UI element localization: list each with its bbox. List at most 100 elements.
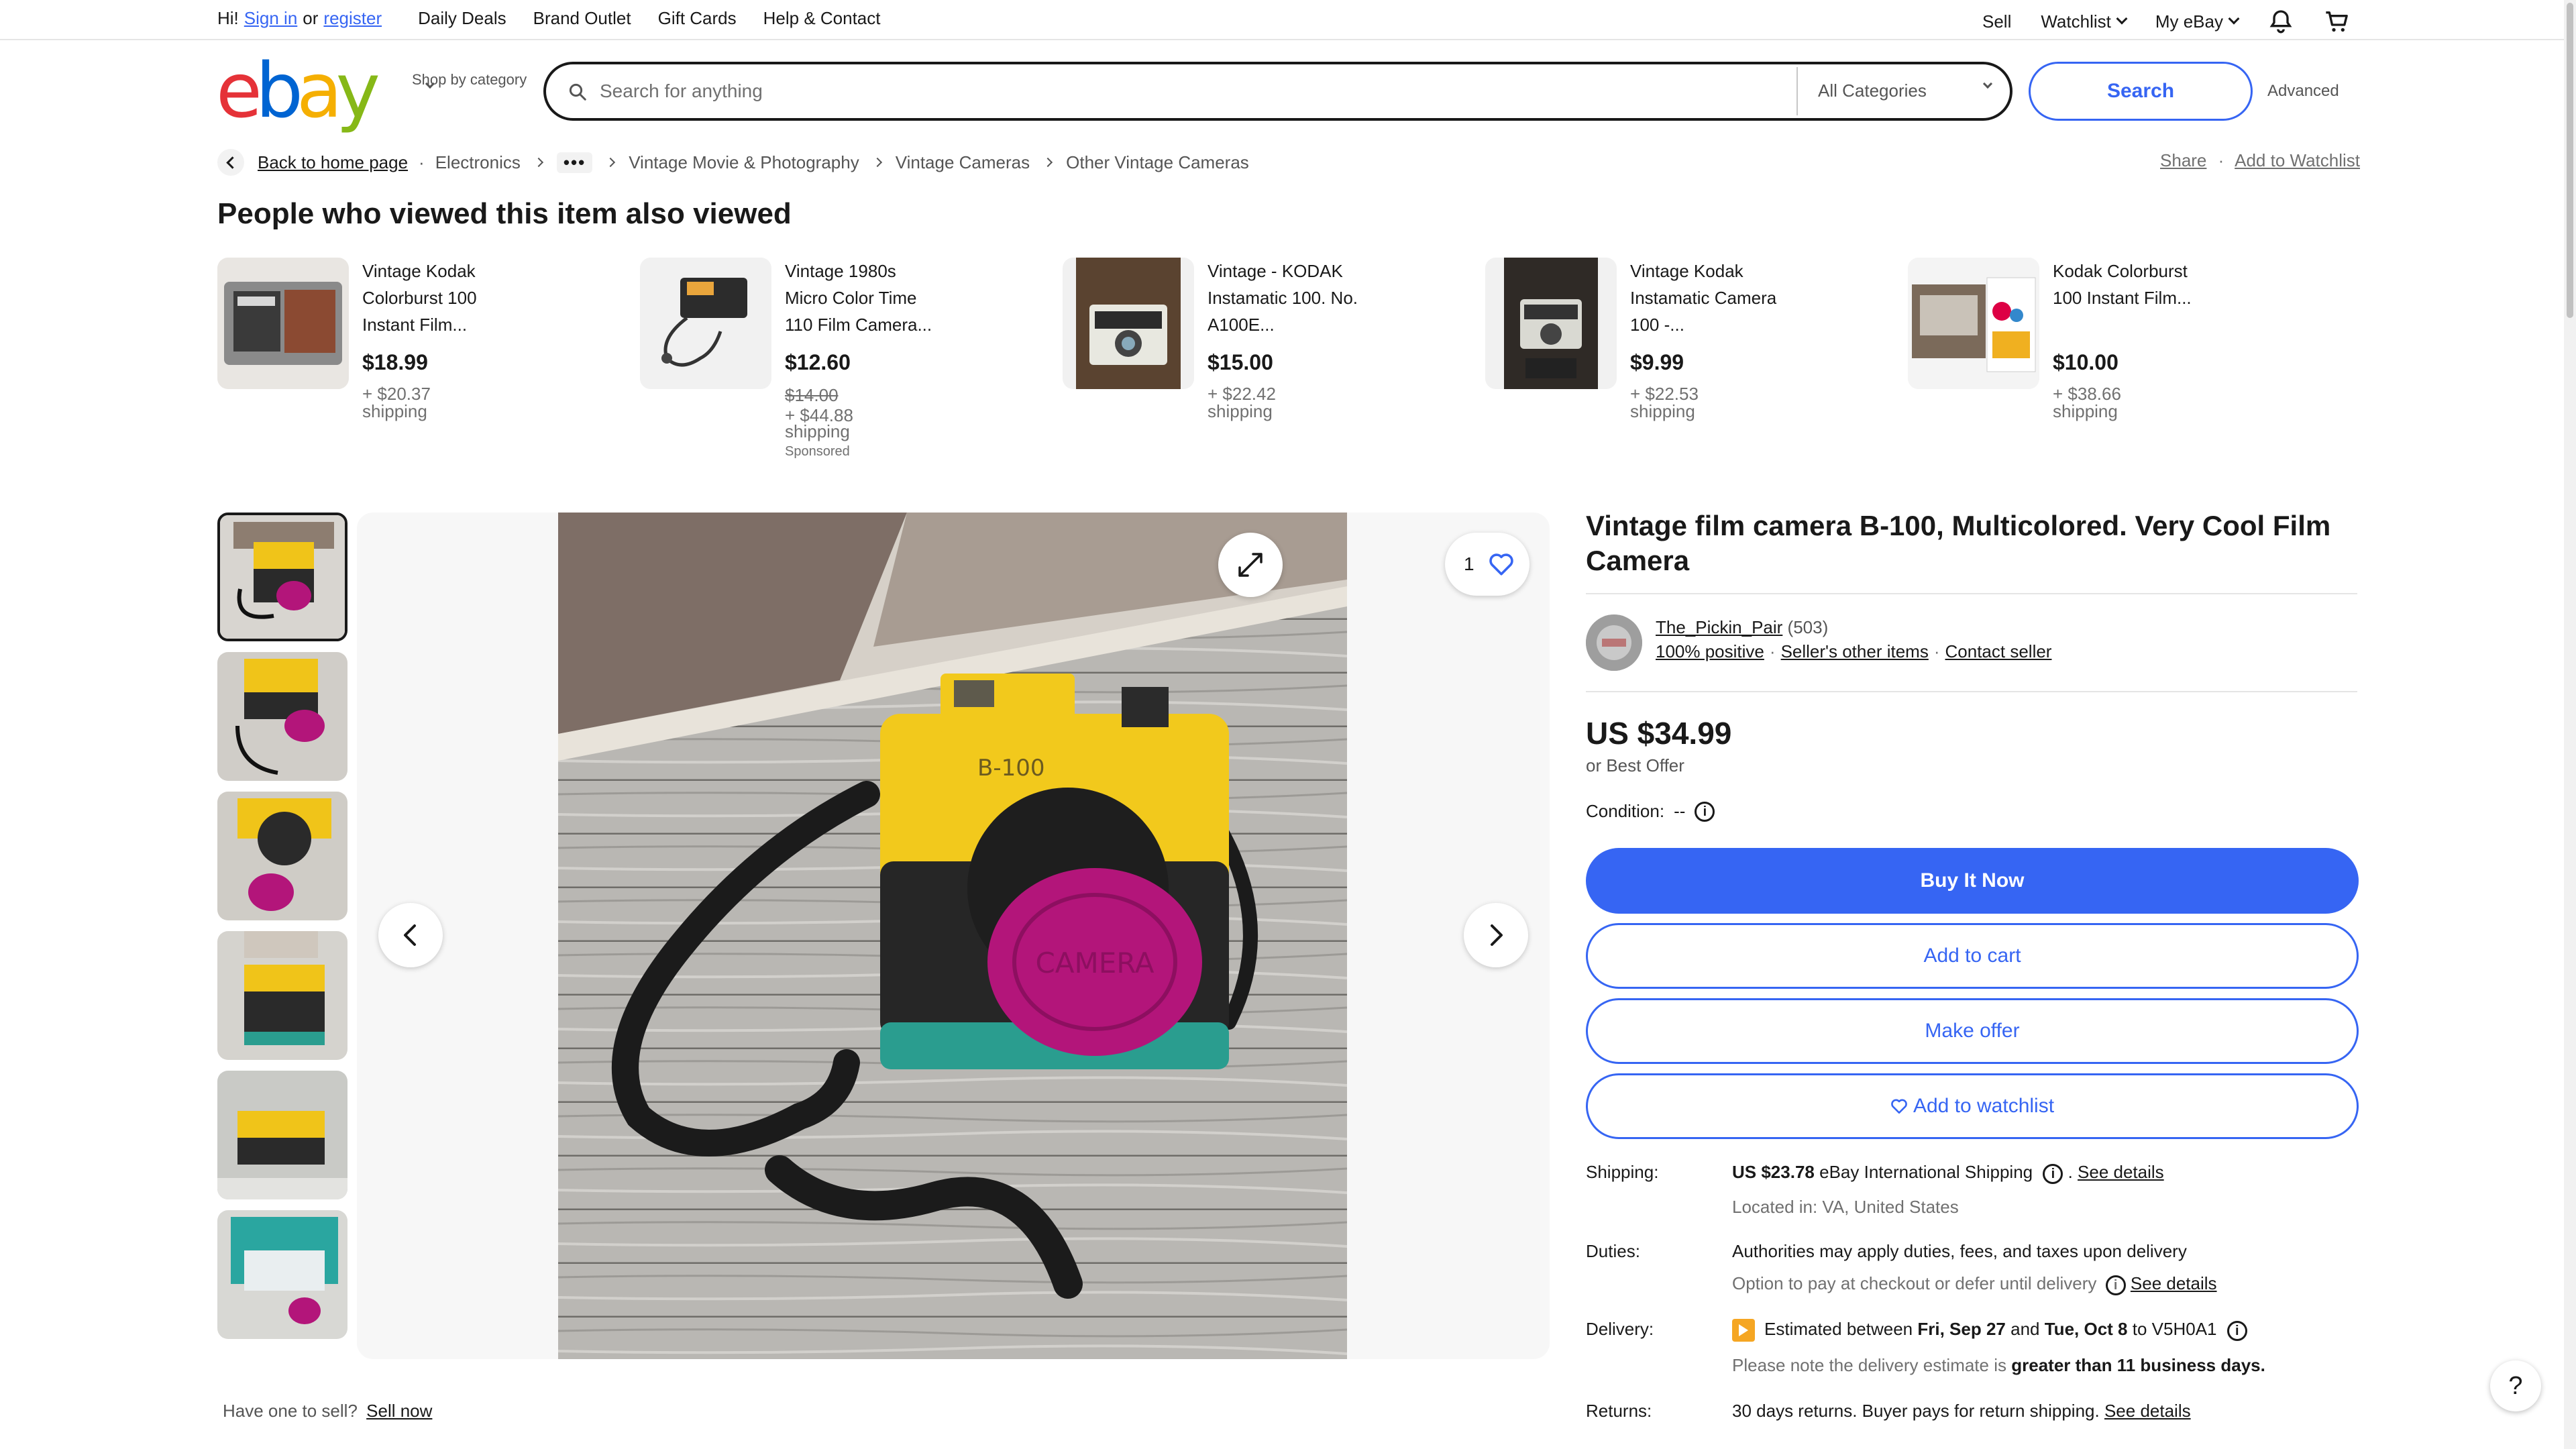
seller-links: 100% positive · Seller's other items · Conta… [1656, 641, 2051, 662]
make-offer-button[interactable]: Make offer [1586, 998, 2359, 1064]
nav-watchlist[interactable]: Watchlist [2041, 11, 2128, 32]
top-navigation: Hi! Sign in or register Daily Deals Bran… [0, 0, 2564, 40]
gallery-thumbnail[interactable] [217, 513, 347, 641]
delivery-pre: Estimated between [1764, 1319, 1913, 1339]
breadcrumb-vintage-cameras[interactable]: Vintage Cameras [896, 152, 1030, 173]
item-shipping-label: shipping [2053, 401, 2118, 421]
seller-avatar[interactable] [1586, 614, 1642, 671]
item-title[interactable]: Vintage - KODAK Instamatic 100. No. A100… [1208, 258, 1362, 338]
item-shipping: + $22.53 [1630, 384, 1699, 404]
also-viewed-item[interactable]: Vintage Kodak Colorburst 100 Instant Fil… [217, 258, 633, 472]
search-input[interactable] [600, 76, 1646, 106]
nav-gift-cards[interactable]: Gift Cards [658, 8, 737, 29]
top-nav-right: Sell Watchlist My eBay [1953, 8, 2351, 35]
bell-icon[interactable] [2267, 8, 2294, 35]
search-button[interactable]: Search [2029, 62, 2253, 121]
item-title[interactable]: Vintage 1980s Micro Color Time 110 Film … [785, 258, 939, 338]
separator-dot: · [419, 152, 425, 172]
back-to-home-link[interactable]: Back to home page [258, 152, 408, 173]
main-product-image[interactable]: CAMERA B-100 1 [357, 513, 1550, 1359]
seller-name-link[interactable]: The_Pickin_Pair [1656, 617, 1782, 637]
add-to-watchlist-link[interactable]: Add to Watchlist [2235, 150, 2360, 170]
gallery-thumbnail[interactable] [217, 792, 347, 920]
help-button[interactable]: ? [2490, 1360, 2541, 1411]
info-icon[interactable]: i [2043, 1164, 2063, 1184]
info-icon[interactable]: i [2226, 1321, 2247, 1341]
seller-positive-link[interactable]: 100% positive [1656, 641, 1764, 661]
also-viewed-item[interactable]: Kodak Colorburst 100 Instant Film... $10… [1908, 258, 2324, 472]
cart-icon[interactable] [2324, 8, 2351, 35]
advanced-search-link[interactable]: Advanced [2267, 82, 2339, 101]
logo-letter-b: b [255, 48, 303, 135]
shop-by-category-button[interactable]: Shop by category [412, 71, 527, 89]
also-viewed-item[interactable]: Vintage 1980s Micro Color Time 110 Film … [640, 258, 1056, 472]
info-icon[interactable]: i [2105, 1275, 2126, 1295]
share-link[interactable]: Share [2160, 150, 2206, 170]
item-title[interactable]: Kodak Colorburst 100 Instant Film... [2053, 258, 2207, 311]
breadcrumb-other-vintage-cameras[interactable]: Other Vintage Cameras [1066, 152, 1249, 173]
also-viewed-item[interactable]: Vintage - KODAK Instamatic 100. No. A100… [1063, 258, 1479, 472]
chevron-right-icon [1491, 924, 1503, 946]
shipping-method: eBay International Shipping [1819, 1162, 2033, 1182]
returns-label: Returns: [1586, 1401, 1652, 1421]
delivery-estimate: Estimated between Fri, Sep 27 and Tue, O… [1732, 1319, 2363, 1342]
returns-value-wrap: 30 days returns. Buyer pays for return s… [1732, 1401, 2363, 1421]
info-icon[interactable]: i [1695, 801, 1715, 822]
delivery-note-bold: greater than 11 business days. [2011, 1355, 2265, 1375]
divider [1586, 593, 2357, 594]
add-to-cart-button[interactable]: Add to cart [1586, 923, 2359, 989]
nav-my-ebay[interactable]: My eBay [2155, 11, 2240, 32]
heart-icon [1891, 1099, 1907, 1114]
watch-count-button[interactable]: 1 [1445, 533, 1529, 596]
shipping-cost: US $23.78 [1732, 1162, 1815, 1182]
nav-brand-outlet[interactable]: Brand Outlet [533, 8, 631, 29]
nav-sell[interactable]: Sell [1982, 11, 2011, 32]
breadcrumb-electronics[interactable]: Electronics [435, 152, 521, 173]
item-title[interactable]: Vintage Kodak Instamatic Camera 100 -... [1630, 258, 1784, 338]
delivery-badge-icon [1732, 1319, 1755, 1342]
item-thumbnail[interactable] [1908, 258, 2039, 389]
contact-seller-link[interactable]: Contact seller [1945, 641, 2052, 661]
register-link[interactable]: register [323, 8, 382, 29]
chevron-right-icon [1043, 157, 1053, 168]
sell-now-link[interactable]: Sell now [366, 1401, 432, 1421]
nav-help-contact[interactable]: Help & Contact [763, 8, 881, 29]
scrollbar-thumb[interactable] [2567, 3, 2573, 318]
breadcrumb-vintage-movie-photography[interactable]: Vintage Movie & Photography [629, 152, 859, 173]
breadcrumb-more-button[interactable]: ••• [556, 152, 593, 173]
next-image-button[interactable] [1464, 903, 1528, 967]
seller-other-items-link[interactable]: Seller's other items [1781, 641, 1929, 661]
logo-letter-e: e [216, 48, 262, 135]
chevron-down-icon [1982, 78, 1993, 89]
returns-see-details-link[interactable]: See details [2104, 1401, 2191, 1421]
ebay-logo[interactable]: ebay [216, 54, 380, 129]
delivery-from: Fri, Sep 27 [1917, 1319, 2006, 1339]
expand-image-button[interactable] [1218, 533, 1283, 597]
gallery-thumbnail[interactable] [217, 652, 347, 781]
previous-image-button[interactable] [378, 903, 443, 967]
item-title[interactable]: Vintage Kodak Colorburst 100 Instant Fil… [362, 258, 517, 338]
gallery-thumbnail[interactable] [217, 1210, 347, 1339]
watch-count: 1 [1464, 553, 1474, 574]
sign-in-link[interactable]: Sign in [244, 8, 298, 29]
also-viewed-item[interactable]: Vintage Kodak Instamatic Camera 100 -...… [1485, 258, 1901, 472]
shipping-see-details-link[interactable]: See details [2078, 1162, 2164, 1182]
item-thumbnail[interactable] [1485, 258, 1617, 389]
add-to-watchlist-button[interactable]: Add to watchlist [1586, 1073, 2359, 1139]
gallery-thumbnail[interactable] [217, 1071, 347, 1199]
category-select[interactable]: All Categories [1818, 78, 1993, 101]
delivery-note-pre: Please note the delivery estimate is [1732, 1355, 2006, 1375]
item-thumbnail[interactable] [640, 258, 771, 389]
sell-prompt-text: Have one to sell? [223, 1401, 358, 1421]
buy-it-now-button[interactable]: Buy It Now [1586, 848, 2359, 914]
delivery-post: to V5H0A1 [2132, 1319, 2217, 1339]
duties-see-details-link[interactable]: See details [2131, 1273, 2217, 1293]
logo-letter-a: a [297, 48, 343, 135]
item-thumbnail[interactable] [217, 258, 349, 389]
nav-daily-deals[interactable]: Daily Deals [418, 8, 506, 29]
page-scrollbar[interactable] [2564, 0, 2576, 1449]
condition-row: Condition: -- i [1586, 801, 1715, 822]
item-thumbnail[interactable] [1063, 258, 1194, 389]
back-arrow-icon[interactable] [217, 149, 244, 176]
gallery-thumbnail[interactable] [217, 931, 347, 1060]
